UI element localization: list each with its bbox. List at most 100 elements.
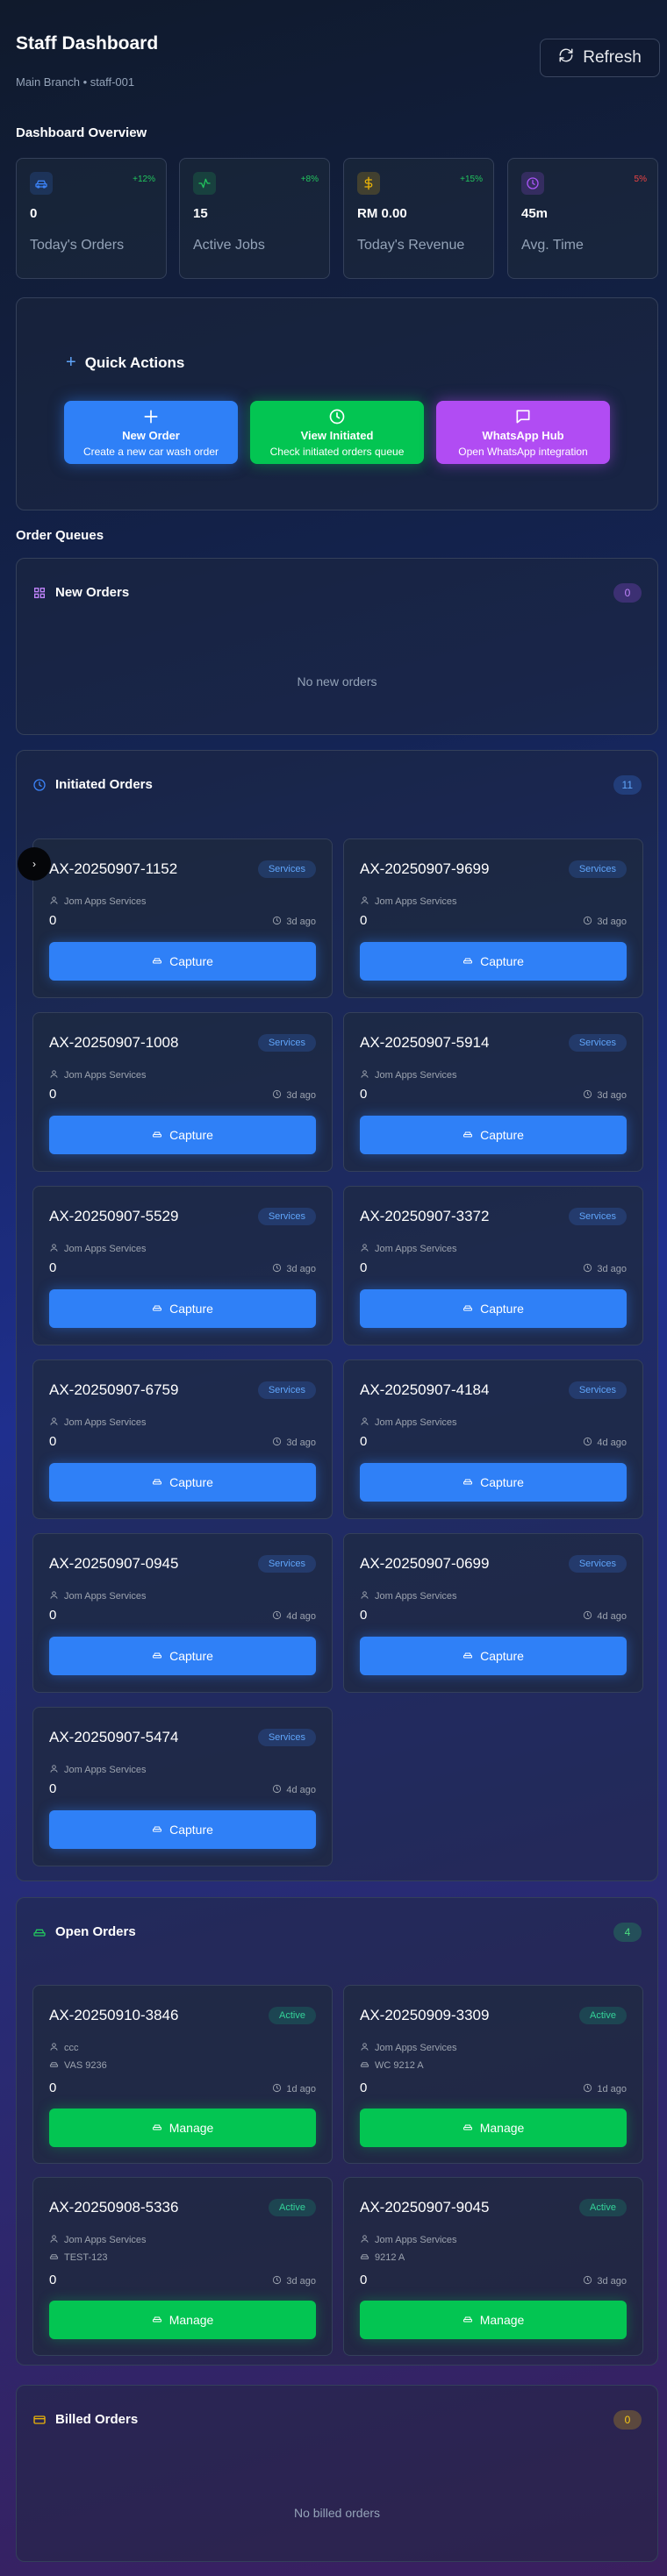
order-id: AX-20250907-5914 [360,1034,490,1051]
clock-icon [583,916,592,928]
capture-button[interactable]: Capture [49,1810,316,1849]
order-amount: 0 [360,1434,368,1449]
quick-actions-panel: + Quick Actions New Order Create a new c… [16,297,658,510]
status-badge: Services [257,1034,316,1052]
new-orders-empty: No new orders [297,674,377,689]
customer-row: Jom Apps Services [49,1243,147,1255]
clock-icon [583,1437,592,1449]
customer-row: Jom Apps Services [360,1590,457,1602]
car-icon [152,2121,162,2135]
clock-icon [272,2275,282,2287]
order-amount: 0 [49,2273,57,2287]
manage-button[interactable]: Manage [360,2301,627,2339]
clock-icon [583,2275,592,2287]
user-icon [49,1416,59,1429]
stat-label: Today's Orders [30,238,125,253]
capture-button[interactable]: Capture [360,1637,627,1675]
status-badge: Services [257,860,316,878]
order-amount: 0 [360,1087,368,1102]
order-amount: 0 [360,1608,368,1623]
order-card: AX-20250907-1152 Services Jom Apps Service… [32,838,333,998]
page-title: Staff Dashboard [16,33,159,54]
capture-button[interactable]: Capture [49,1463,316,1502]
manage-button[interactable]: Manage [49,2301,316,2339]
order-id: AX-20250907-0945 [49,1555,179,1572]
open-orders-panel: Open Orders 4 AX-20250910-3846 Active ccc V… [16,1897,658,2365]
manage-button[interactable]: Manage [360,2109,627,2147]
order-id: AX-20250907-3372 [360,1208,490,1224]
status-badge: Services [257,1555,316,1573]
user-icon [49,1764,59,1776]
capture-button[interactable]: Capture [360,1289,627,1328]
order-amount: 0 [49,1434,57,1449]
user-icon [360,1243,369,1255]
capture-button[interactable]: Capture [49,1637,316,1675]
user-icon [49,2042,59,2054]
status-badge: Active [269,2007,316,2024]
user-icon [360,1590,369,1602]
car-icon [360,2059,369,2072]
stat-change: +8% [300,175,319,184]
user-icon [49,2234,59,2246]
capture-button[interactable]: Capture [49,1289,316,1328]
status-badge: Services [568,1034,627,1052]
customer-row: Jom Apps Services [360,1243,457,1255]
vehicle-row: TEST-123 [49,2251,108,2264]
order-age: 3d ago [272,1089,316,1102]
order-id: AX-20250908-5336 [49,2199,179,2216]
clock-icon [329,409,345,424]
order-id: AX-20250907-0699 [360,1555,490,1572]
clock-icon [272,1089,282,1102]
order-id: AX-20250907-4184 [360,1381,490,1398]
whatsapp-hub-button[interactable]: WhatsApp Hub Open WhatsApp integration [436,401,610,464]
car-icon [463,1128,473,1142]
order-id: AX-20250907-9045 [360,2199,490,2216]
stat-value: RM 0.00 [357,206,407,221]
capture-button[interactable]: Capture [49,1116,316,1154]
order-age: 1d ago [583,2083,627,2095]
capture-button[interactable]: Capture [49,942,316,981]
user-icon [49,1243,59,1255]
order-amount: 0 [49,2080,57,2095]
car-icon [360,2251,369,2264]
order-amount: 0 [49,1260,57,1275]
capture-button[interactable]: Capture [360,1116,627,1154]
order-card: AX-20250907-5529 Services Jom Apps Service… [32,1186,333,1345]
user-icon [360,1416,369,1429]
order-id: AX-20250907-6759 [49,1381,179,1398]
capture-button[interactable]: Capture [360,1463,627,1502]
order-age: 3d ago [583,1263,627,1275]
open-orders-header: Open Orders [32,1924,136,1939]
clock-icon [583,1263,592,1275]
order-age: 4d ago [272,1610,316,1623]
order-id: AX-20250907-5529 [49,1208,179,1224]
capture-button[interactable]: Capture [360,942,627,981]
status-badge: Services [257,1208,316,1225]
quick-actions-title: + Quick Actions [66,353,185,372]
grid-icon [34,587,45,598]
floating-handle-button[interactable]: › [18,847,51,881]
car-icon [463,1302,473,1316]
refresh-label: Refresh [583,48,642,67]
billed-orders-count: 0 [613,2410,642,2430]
status-badge: Active [579,2007,627,2024]
activity-icon [193,172,216,195]
customer-row: Jom Apps Services [49,1590,147,1602]
order-age: 3d ago [272,1263,316,1275]
view-initiated-button[interactable]: View Initiated Check initiated orders qu… [250,401,424,464]
open-orders-count: 4 [613,1923,642,1942]
order-amount: 0 [49,913,57,928]
manage-button[interactable]: Manage [49,2109,316,2147]
order-card: AX-20250907-3372 Services Jom Apps Service… [343,1186,643,1345]
order-card: AX-20250907-9045 Active Jom Apps Services 9… [343,2177,643,2356]
status-badge: Services [257,1381,316,1399]
order-age: 1d ago [272,2083,316,2095]
clock-icon [583,1610,592,1623]
user-icon [49,1590,59,1602]
user-icon [360,1069,369,1081]
order-id: AX-20250910-3846 [49,2007,179,2023]
new-order-button[interactable]: New Order Create a new car wash order [64,401,238,464]
refresh-button[interactable]: Refresh [540,39,660,77]
status-badge: Services [568,1208,627,1225]
order-amount: 0 [49,1608,57,1623]
